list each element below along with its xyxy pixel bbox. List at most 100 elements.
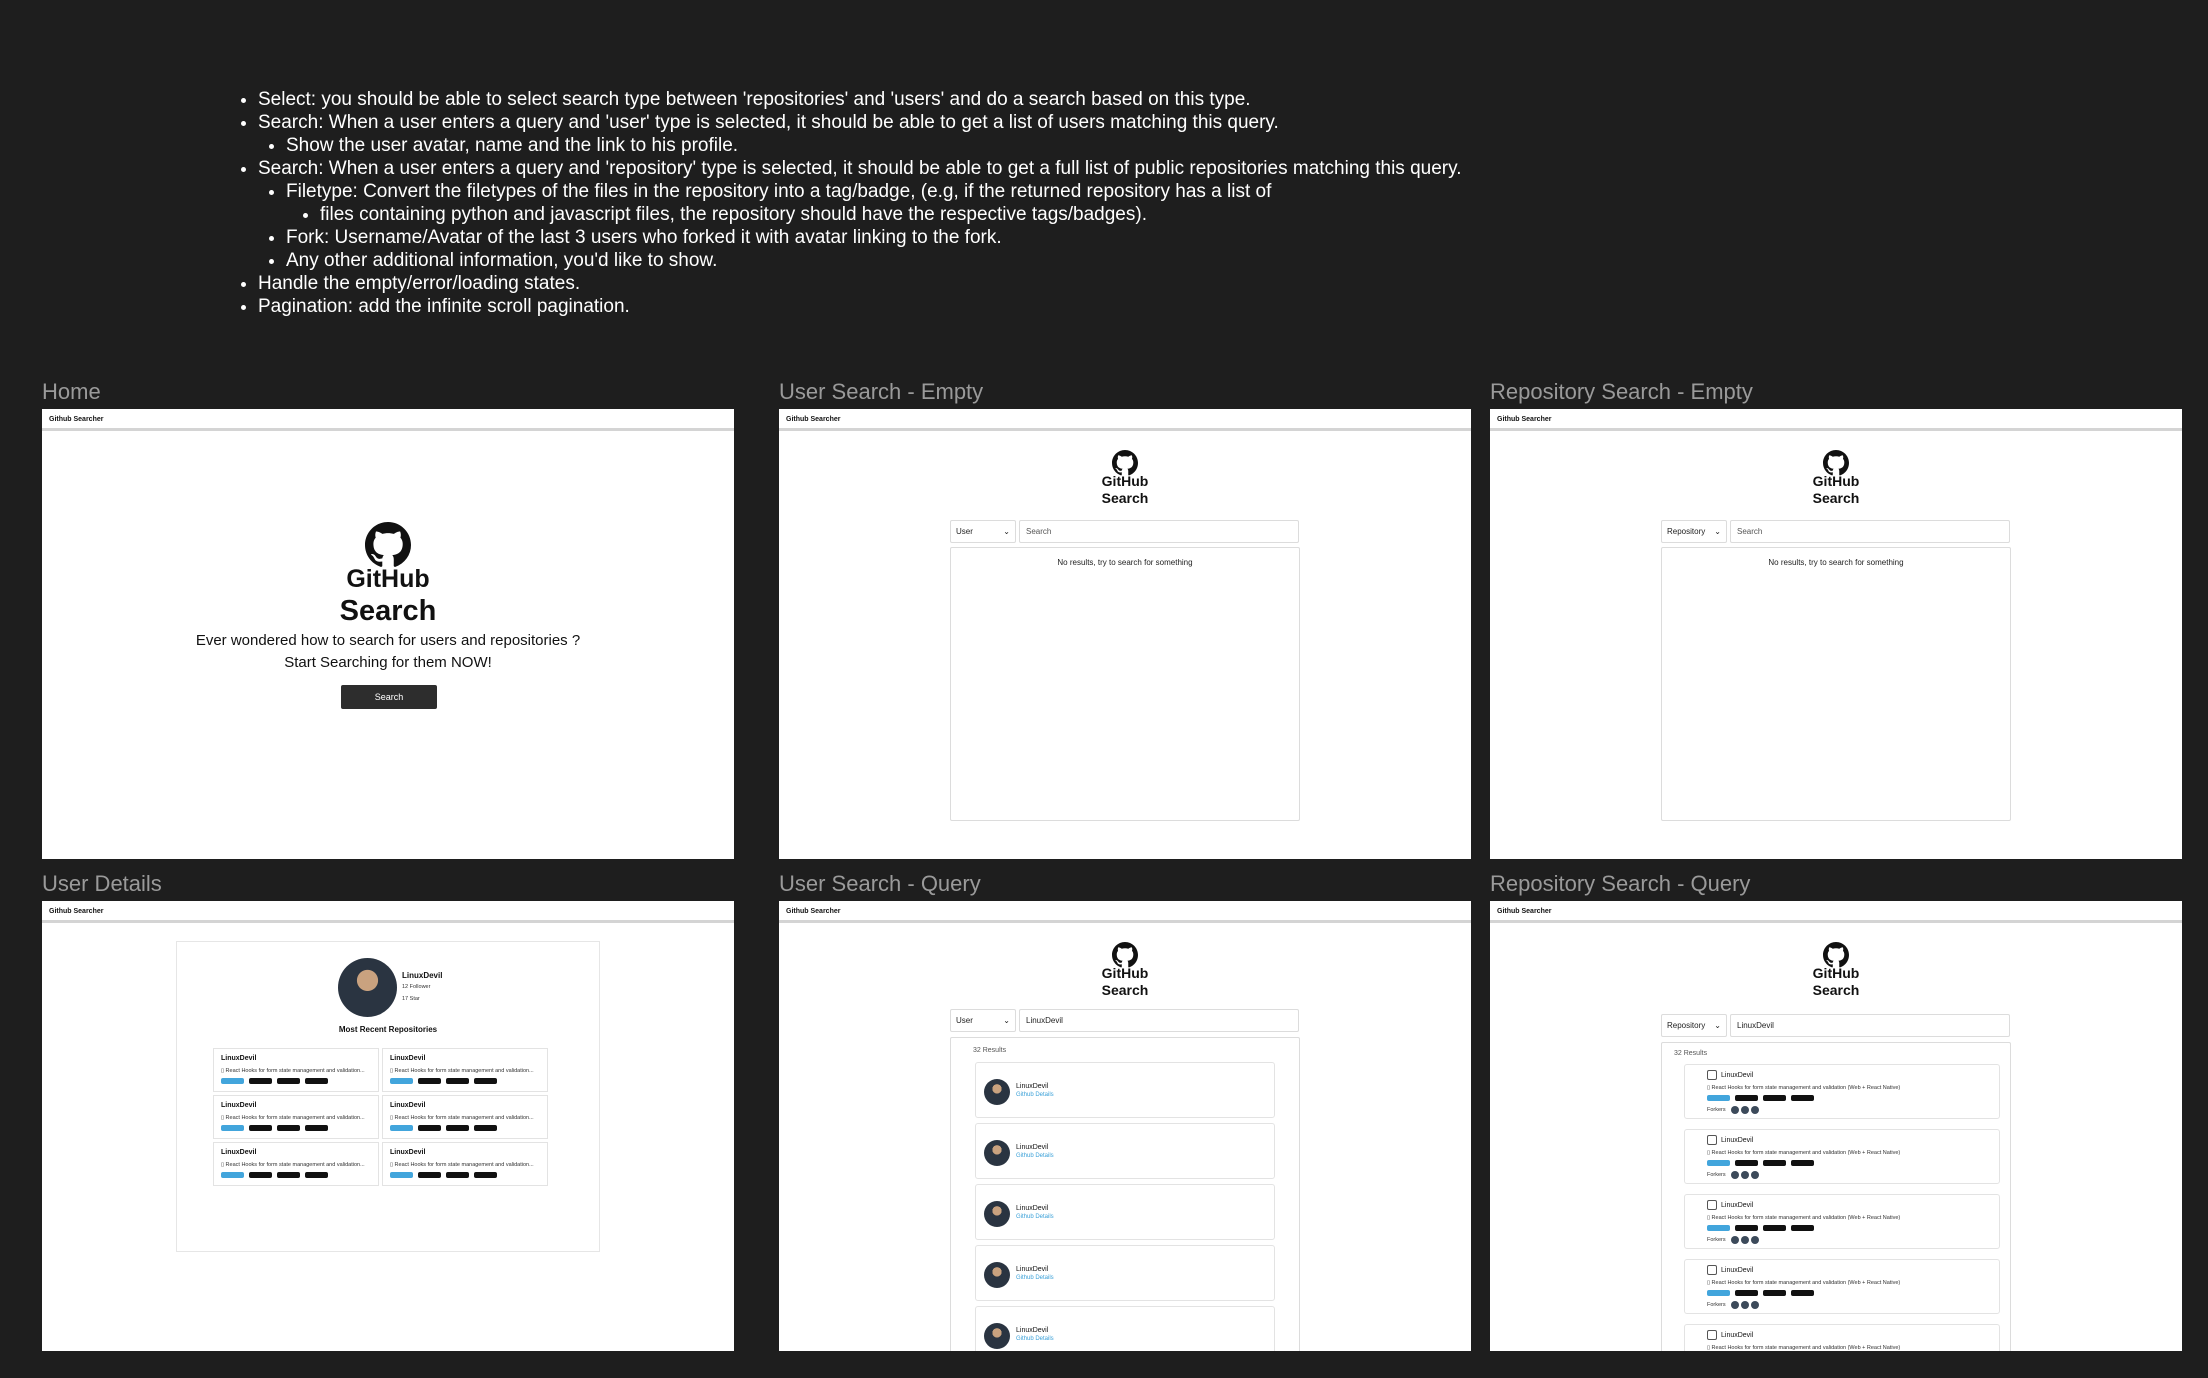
user-name: LinuxDevil xyxy=(1016,1205,1049,1212)
repo-result-card[interactable]: LinuxDevil ▯ React Hooks for form state m… xyxy=(1684,1129,2000,1184)
forker-avatar[interactable] xyxy=(1730,1106,1739,1114)
results-panel: No results, try to search for something xyxy=(1661,547,2011,821)
github-details-link[interactable]: Github Details xyxy=(1016,1214,1054,1220)
req-subitem: Filetype: Convert the filetypes of the f… xyxy=(286,180,1462,226)
forker-avatar[interactable] xyxy=(1750,1106,1759,1114)
file-type-badge xyxy=(221,1172,244,1178)
repo-card[interactable]: LinuxDevil ▯ React Hooks for form state m… xyxy=(382,1048,548,1092)
profile-card: LinuxDevil 12 Follower 17 Star Most Rece… xyxy=(176,941,600,1252)
file-type-badge xyxy=(1735,1225,1758,1231)
github-details-link[interactable]: Github Details xyxy=(1016,1336,1054,1342)
search-button[interactable]: Search xyxy=(341,685,437,709)
search-type-select[interactable]: User ⌄ xyxy=(950,520,1016,543)
file-type-badge xyxy=(418,1125,441,1131)
forkers-label: Forkers xyxy=(1707,1237,1726,1243)
forker-avatar[interactable] xyxy=(1730,1236,1739,1244)
repo-card[interactable]: LinuxDevil ▯ React Hooks for form state m… xyxy=(213,1048,379,1092)
file-type-badge xyxy=(1707,1160,1730,1166)
file-type-badge xyxy=(1791,1290,1814,1296)
forker-avatar[interactable] xyxy=(1730,1301,1739,1309)
repo-result-card[interactable]: LinuxDevil ▯ React Hooks for form state m… xyxy=(1684,1194,2000,1249)
search-input[interactable]: Search xyxy=(1019,520,1299,543)
file-type-badge xyxy=(1763,1225,1786,1231)
avatar[interactable] xyxy=(984,1201,1010,1227)
forker-avatar[interactable] xyxy=(1750,1236,1759,1244)
file-type-badge xyxy=(1707,1095,1730,1101)
req-subitem: files containing python and javascript f… xyxy=(320,203,1462,226)
page-title: Search xyxy=(1812,982,1860,998)
checkbox[interactable] xyxy=(1707,1330,1717,1340)
frame-label-user-details: User Details xyxy=(42,871,162,896)
forker-avatar[interactable] xyxy=(1750,1171,1759,1179)
app-title: Github Searcher xyxy=(779,901,1471,923)
github-details-link[interactable]: Github Details xyxy=(1016,1092,1054,1098)
forkers-label: Forkers xyxy=(1707,1172,1726,1178)
github-details-link[interactable]: Github Details xyxy=(1016,1275,1054,1281)
avatar[interactable] xyxy=(984,1140,1010,1166)
forkers-label: Forkers xyxy=(1707,1107,1726,1113)
repo-result-card[interactable]: LinuxDevil ▯ React Hooks for form state m… xyxy=(1684,1324,2000,1351)
forker-avatar[interactable] xyxy=(1740,1106,1749,1114)
avatar[interactable] xyxy=(984,1323,1010,1349)
app-title: Github Searcher xyxy=(779,409,1471,431)
repo-card[interactable]: LinuxDevil ▯ React Hooks for form state m… xyxy=(213,1095,379,1139)
file-type-badge xyxy=(1791,1225,1814,1231)
repo-name: LinuxDevil xyxy=(221,1102,257,1109)
repo-result-card[interactable]: LinuxDevil ▯ React Hooks for form state m… xyxy=(1684,1064,2000,1119)
forker-avatar[interactable] xyxy=(1750,1301,1759,1309)
repo-card[interactable]: LinuxDevil ▯ React Hooks for form state m… xyxy=(382,1142,548,1186)
user-details-frame: Github Searcher LinuxDevil 12 Follower 1… xyxy=(42,901,734,1351)
checkbox[interactable] xyxy=(1707,1265,1717,1275)
user-result-card[interactable]: LinuxDevil Github Details xyxy=(975,1123,1275,1179)
avatar[interactable] xyxy=(984,1079,1010,1105)
file-type-badges xyxy=(390,1078,497,1084)
empty-state-text: No results, try to search for something xyxy=(1768,558,1904,567)
user-name: LinuxDevil xyxy=(1016,1327,1049,1334)
req-subitem: Any other additional information, you'd … xyxy=(286,249,1462,272)
checkbox[interactable] xyxy=(1707,1070,1717,1080)
search-input[interactable]: Search xyxy=(1730,520,2010,543)
search-type-select[interactable]: Repository ⌄ xyxy=(1661,520,1727,543)
search-type-select[interactable]: Repository ⌄ xyxy=(1661,1014,1727,1037)
repo-description: ▯ React Hooks for form state management … xyxy=(390,1068,534,1074)
tagline-line2: Start Searching for them NOW! xyxy=(284,654,492,671)
file-type-badges xyxy=(1707,1095,1814,1101)
user-result-card[interactable]: LinuxDevil Github Details xyxy=(975,1245,1275,1301)
file-type-badges xyxy=(1707,1290,1814,1296)
user-result-card[interactable]: LinuxDevil Github Details xyxy=(975,1184,1275,1240)
repo-card[interactable]: LinuxDevil ▯ React Hooks for form state m… xyxy=(382,1095,548,1139)
file-type-badge xyxy=(474,1078,497,1084)
forker-avatar[interactable] xyxy=(1740,1171,1749,1179)
req-subitem: Show the user avatar, name and the link … xyxy=(286,134,1462,157)
github-wordmark: GitHub xyxy=(1812,473,1860,489)
results-panel: 32 Results LinuxDevil Github Details Linux… xyxy=(950,1037,1300,1351)
repo-card[interactable]: LinuxDevil ▯ React Hooks for form state m… xyxy=(213,1142,379,1186)
user-result-card[interactable]: LinuxDevil Github Details xyxy=(975,1306,1275,1351)
avatar[interactable] xyxy=(338,958,397,1017)
forker-avatar[interactable] xyxy=(1740,1301,1749,1309)
page-title: Search xyxy=(339,595,437,627)
file-type-badge xyxy=(1763,1290,1786,1296)
forker-avatar[interactable] xyxy=(1740,1236,1749,1244)
checkbox[interactable] xyxy=(1707,1135,1717,1145)
checkbox[interactable] xyxy=(1707,1200,1717,1210)
user-result-card[interactable]: LinuxDevil Github Details xyxy=(975,1062,1275,1118)
star-count: 17 Star xyxy=(402,996,420,1002)
file-type-badge xyxy=(446,1172,469,1178)
file-type-badge xyxy=(1763,1095,1786,1101)
search-type-select[interactable]: User ⌄ xyxy=(950,1009,1016,1032)
forker-avatar[interactable] xyxy=(1730,1171,1739,1179)
github-details-link[interactable]: Github Details xyxy=(1016,1153,1054,1159)
repo-description: ▯ React Hooks for form state management … xyxy=(221,1115,365,1121)
repo-description: ▯ React Hooks for form state management … xyxy=(1707,1085,1901,1091)
req-item: Pagination: add the infinite scroll pagi… xyxy=(258,295,1462,318)
follower-count: 12 Follower xyxy=(402,984,431,990)
file-type-badge xyxy=(249,1172,272,1178)
avatar[interactable] xyxy=(984,1262,1010,1288)
empty-state-text: No results, try to search for something xyxy=(1057,558,1193,567)
search-input[interactable]: LinuxDevil xyxy=(1019,1009,1299,1032)
repo-name: LinuxDevil xyxy=(390,1102,426,1109)
file-type-badge xyxy=(1735,1290,1758,1296)
search-input[interactable]: LinuxDevil xyxy=(1730,1014,2010,1037)
repo-result-card[interactable]: LinuxDevil ▯ React Hooks for form state m… xyxy=(1684,1259,2000,1314)
